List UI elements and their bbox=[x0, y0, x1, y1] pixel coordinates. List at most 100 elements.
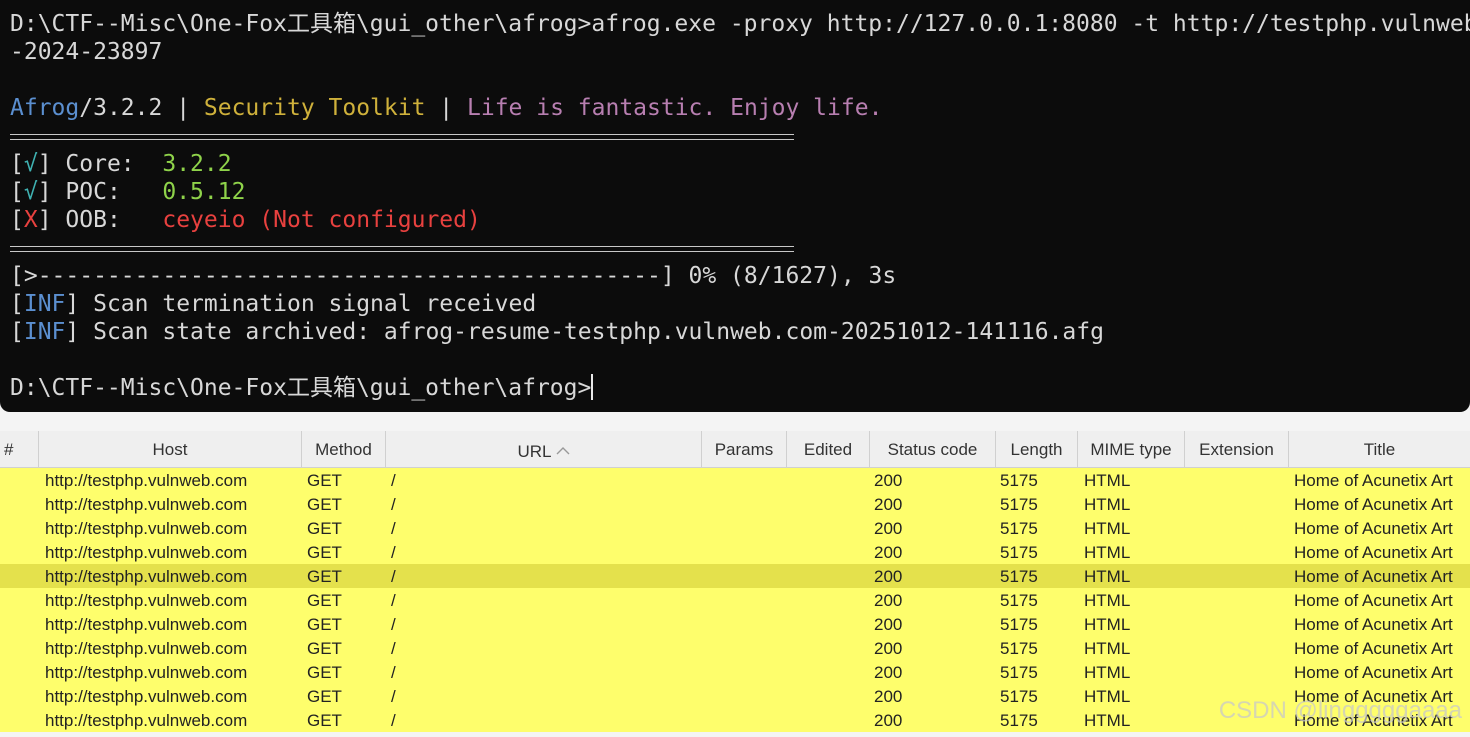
cell-length: 5175 bbox=[1000, 615, 1038, 634]
cell-title: Home of Acunetix Art bbox=[1294, 471, 1453, 490]
prompt: D:\CTF--Misc\One-Fox工具箱\gui_other\afrog> bbox=[10, 375, 592, 401]
column-header-edited[interactable]: Edited bbox=[787, 431, 870, 467]
cell-url: / bbox=[391, 543, 396, 562]
cell-mime-type: HTML bbox=[1084, 711, 1131, 730]
cell-mime-type: HTML bbox=[1084, 495, 1131, 514]
cell-status-code: 200 bbox=[874, 519, 903, 538]
cell-url: / bbox=[391, 615, 396, 634]
table-row[interactable]: http://testphp.vulnweb.com GET / 200 5175 HTM… bbox=[0, 468, 1470, 492]
banner-name: Afrog bbox=[10, 95, 80, 121]
cell-method: GET bbox=[307, 543, 342, 562]
status-value: ceyeio (Not configured) bbox=[162, 207, 481, 233]
cell-status-code: 200 bbox=[874, 615, 903, 634]
table-row[interactable]: http://testphp.vulnweb.com GET / 200 5175 HTM… bbox=[0, 492, 1470, 516]
cell-title: Home of Acunetix Art bbox=[1294, 663, 1453, 682]
cell-url: / bbox=[391, 663, 396, 682]
http-history-table[interactable]: # Host Method URL Params Edited Status c… bbox=[0, 431, 1470, 737]
banner-motto: Life is fantastic. Enjoy life. bbox=[467, 95, 883, 121]
status-oob: [X] OOB: ceyeio (Not configured) bbox=[10, 206, 481, 234]
table-row[interactable]: http://testphp.vulnweb.com GET / 200 5175 HTM… bbox=[0, 540, 1470, 564]
cell-host: http://testphp.vulnweb.com bbox=[45, 711, 248, 730]
status-label: OOB: bbox=[65, 207, 163, 233]
cell-host: http://testphp.vulnweb.com bbox=[45, 543, 248, 562]
cross-icon: X bbox=[23, 207, 38, 233]
command-line: D:\CTF--Misc\One-Fox工具箱\gui_other\afrog>… bbox=[10, 11, 1470, 37]
column-header-host[interactable]: Host bbox=[39, 431, 302, 467]
log-line: [INF] Scan state archived: afrog-resume-… bbox=[10, 319, 1104, 345]
url-label: URL bbox=[517, 442, 551, 461]
cell-url: / bbox=[391, 591, 396, 610]
cell-title: Home of Acunetix Art bbox=[1294, 639, 1453, 658]
cell-host: http://testphp.vulnweb.com bbox=[45, 471, 248, 490]
table-row[interactable]: http://testphp.vulnweb.com GET / 200 5175 HTM… bbox=[0, 660, 1470, 684]
log-tag: INF bbox=[23, 319, 66, 345]
column-header-params[interactable]: Params bbox=[702, 431, 787, 467]
cell-method: GET bbox=[307, 591, 342, 610]
cell-url: / bbox=[391, 639, 396, 658]
cell-title: Home of Acunetix Art bbox=[1294, 567, 1453, 586]
cell-length: 5175 bbox=[1000, 711, 1038, 730]
status-value: 0.5.12 bbox=[162, 179, 246, 205]
cell-length: 5175 bbox=[1000, 591, 1038, 610]
cell-status-code: 200 bbox=[874, 591, 903, 610]
table-body: http://testphp.vulnweb.com GET / 200 5175 HTM… bbox=[0, 468, 1470, 732]
column-header-title[interactable]: Title bbox=[1289, 431, 1470, 467]
cell-mime-type: HTML bbox=[1084, 543, 1131, 562]
cell-title: Home of Acunetix Art bbox=[1294, 519, 1453, 538]
terminal-window[interactable]: D:\CTF--Misc\One-Fox工具箱\gui_other\afrog>… bbox=[0, 0, 1470, 412]
bracket: ] bbox=[37, 179, 66, 205]
bracket: [ bbox=[10, 151, 24, 177]
cell-status-code: 200 bbox=[874, 471, 903, 490]
cell-method: GET bbox=[307, 519, 342, 538]
cell-length: 5175 bbox=[1000, 639, 1038, 658]
table-row[interactable]: http://testphp.vulnweb.com GET / 200 5175 HTM… bbox=[0, 588, 1470, 612]
cell-title: Home of Acunetix Art bbox=[1294, 591, 1453, 610]
cell-length: 5175 bbox=[1000, 471, 1038, 490]
column-header-number[interactable]: # bbox=[0, 431, 39, 467]
cell-host: http://testphp.vulnweb.com bbox=[45, 687, 248, 706]
column-header-length[interactable]: Length bbox=[996, 431, 1078, 467]
separator bbox=[10, 246, 794, 252]
cell-status-code: 200 bbox=[874, 711, 903, 730]
cell-url: / bbox=[391, 519, 396, 538]
status-label: Core: bbox=[65, 151, 163, 177]
bracket: [ bbox=[10, 207, 24, 233]
column-header-url[interactable]: URL bbox=[386, 431, 702, 467]
cell-url: / bbox=[391, 495, 396, 514]
check-icon: √ bbox=[23, 179, 38, 205]
cell-status-code: 200 bbox=[874, 663, 903, 682]
cell-length: 5175 bbox=[1000, 567, 1038, 586]
cell-length: 5175 bbox=[1000, 519, 1038, 538]
table-row[interactable]: http://testphp.vulnweb.com GET / 200 5175 HTM… bbox=[0, 636, 1470, 660]
cell-length: 5175 bbox=[1000, 495, 1038, 514]
cell-host: http://testphp.vulnweb.com bbox=[45, 567, 248, 586]
progress-bar-text: [>--------------------------------------… bbox=[10, 263, 897, 289]
column-header-mime-type[interactable]: MIME type bbox=[1078, 431, 1185, 467]
table-row[interactable]: http://testphp.vulnweb.com GET / 200 5175 HTM… bbox=[0, 564, 1470, 588]
cell-status-code: 200 bbox=[874, 567, 903, 586]
banner-toolkit: Security Toolkit bbox=[203, 95, 426, 121]
status-core: [√] Core: 3.2.2 bbox=[10, 150, 232, 178]
cell-method: GET bbox=[307, 567, 342, 586]
table-row[interactable]: http://testphp.vulnweb.com GET / 200 5175 HTM… bbox=[0, 516, 1470, 540]
cell-method: GET bbox=[307, 663, 342, 682]
sort-ascending-icon bbox=[556, 431, 570, 467]
banner-version: /3.2.2 bbox=[79, 95, 163, 121]
cell-host: http://testphp.vulnweb.com bbox=[45, 639, 248, 658]
cell-url: / bbox=[391, 567, 396, 586]
banner-pipe: | bbox=[425, 95, 467, 121]
cell-status-code: 200 bbox=[874, 495, 903, 514]
column-header-status-code[interactable]: Status code bbox=[870, 431, 996, 467]
cell-status-code: 200 bbox=[874, 639, 903, 658]
column-header-method[interactable]: Method bbox=[302, 431, 386, 467]
cell-mime-type: HTML bbox=[1084, 567, 1131, 586]
cell-method: GET bbox=[307, 471, 342, 490]
table-row[interactable]: http://testphp.vulnweb.com GET / 200 5175 HTM… bbox=[0, 612, 1470, 636]
cell-method: GET bbox=[307, 495, 342, 514]
cell-mime-type: HTML bbox=[1084, 591, 1131, 610]
check-icon: √ bbox=[23, 151, 38, 177]
banner-pipe: | bbox=[162, 95, 204, 121]
prompt-line[interactable]: D:\CTF--Misc\One-Fox工具箱\gui_other\afrog> bbox=[10, 374, 594, 402]
column-header-extension[interactable]: Extension bbox=[1185, 431, 1289, 467]
cell-title: Home of Acunetix Art bbox=[1294, 495, 1453, 514]
